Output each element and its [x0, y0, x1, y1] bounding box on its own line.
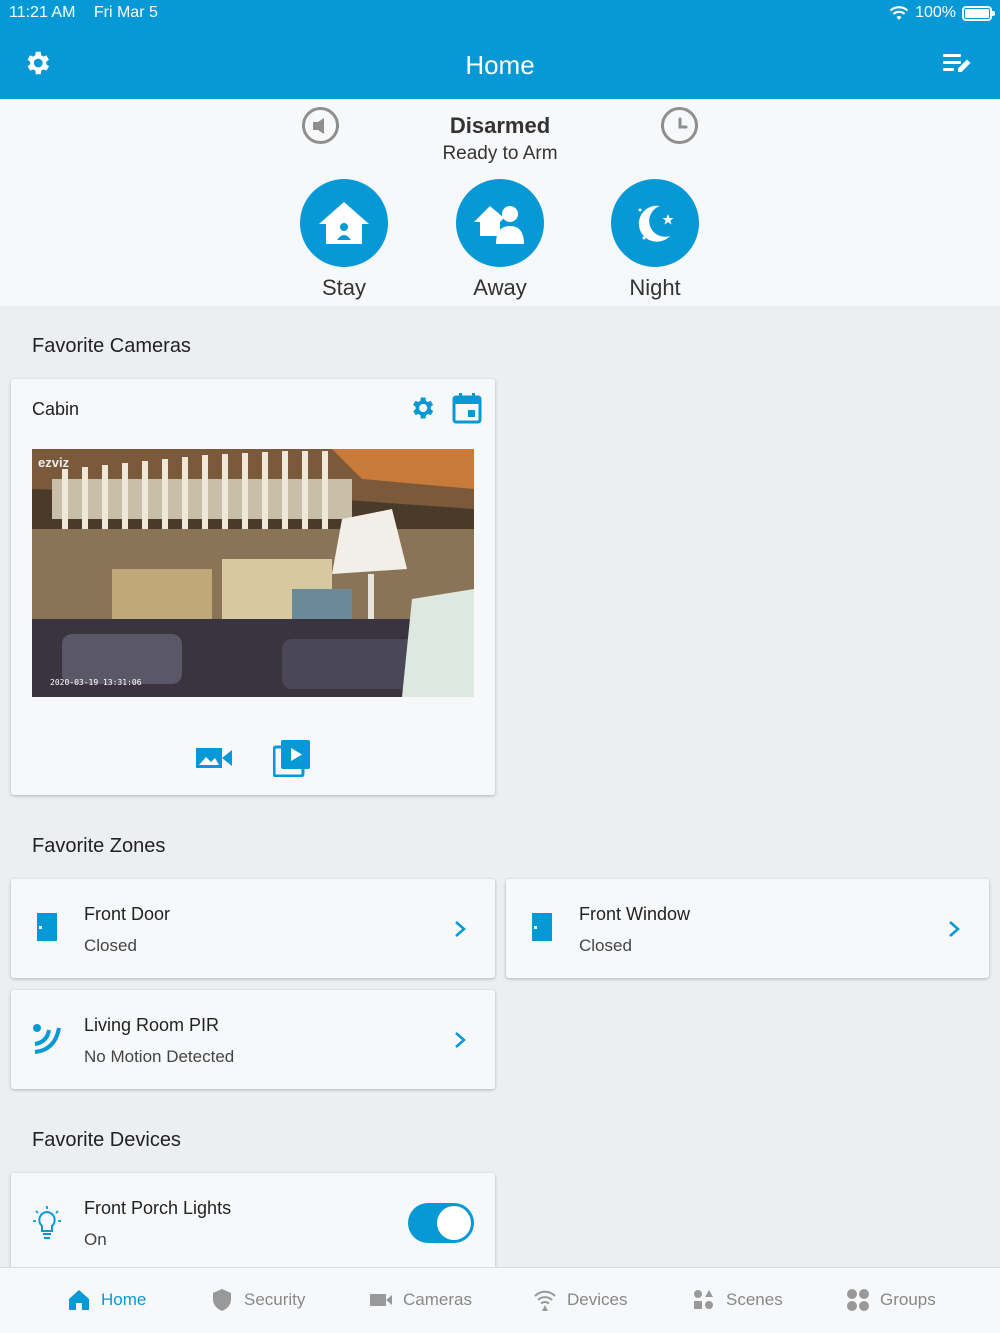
camera-snapshot[interactable]: ezviz 2020-03-19 13:31:06: [32, 449, 474, 697]
tab-scenes-label: Scenes: [726, 1290, 783, 1309]
zone-status: Closed: [579, 936, 632, 955]
camera-icon: [370, 1294, 392, 1306]
device-card-front-porch-lights[interactable]: Front Porch Lights On: [11, 1173, 495, 1272]
battery-percent: 100%: [915, 4, 956, 21]
arm-status-title: Disarmed: [449, 113, 551, 138]
zone-status: No Motion Detected: [84, 1047, 235, 1066]
chevron-right-icon[interactable]: [453, 919, 467, 939]
camera-watermark: ezviz: [38, 455, 70, 470]
house-icon: [319, 202, 369, 244]
section-title-cameras: Favorite Cameras: [32, 335, 191, 357]
section-title-zones: Favorite Zones: [32, 835, 166, 857]
camera-snapshot-image: [32, 449, 474, 697]
lightbulb-icon: [33, 1206, 61, 1239]
shield-icon: [213, 1289, 231, 1311]
arm-panel: Disarmed Ready to Arm Stay Away Night: [0, 99, 1000, 306]
clock-icon: [678, 117, 687, 128]
home-icon: [69, 1290, 89, 1310]
status-time: 11:21 AM: [9, 4, 76, 21]
tab-scenes[interactable]: Scenes: [692, 1288, 783, 1312]
zone-card-front-window[interactable]: Front Window Closed: [506, 879, 989, 978]
device-name: Front Porch Lights: [84, 1198, 232, 1218]
zone-card-front-door[interactable]: Front Door Closed: [11, 879, 495, 978]
arm-status-subtitle: Ready to Arm: [442, 143, 558, 164]
tab-security-label: Security: [244, 1290, 306, 1309]
night-circle[interactable]: [611, 179, 699, 267]
bottom-tab-bar: Home Security Cameras Devices Scenes Gro…: [0, 1267, 1000, 1333]
camera-card: Cabin ezviz 2020-03-19 13:31:06: [11, 379, 495, 795]
edit-list-icon[interactable]: [942, 50, 972, 76]
tab-security[interactable]: Security: [210, 1288, 305, 1312]
zone-name: Living Room PIR: [84, 1015, 220, 1035]
status-bar-right: 100%: [889, 4, 995, 22]
arm-stay-button[interactable]: Stay: [289, 179, 399, 301]
calendar-icon[interactable]: [452, 392, 482, 424]
wifi-status-icon: [889, 6, 909, 20]
live-video-icon[interactable]: [195, 743, 233, 773]
playback-icon[interactable]: [273, 739, 311, 777]
tab-home[interactable]: Home: [67, 1288, 146, 1312]
tab-cameras-label: Cameras: [403, 1290, 472, 1309]
motion-sensor-icon: [33, 1024, 61, 1054]
toggle-knob: [437, 1206, 471, 1240]
status-date: Fri Mar 5: [93, 4, 158, 21]
arm-away-button[interactable]: Away: [445, 179, 555, 301]
device-status: On: [84, 1230, 107, 1249]
schedule-button[interactable]: [661, 107, 698, 144]
chevron-right-icon[interactable]: [453, 1030, 467, 1050]
wifi-icon: [534, 1290, 556, 1311]
person-away-icon: [474, 206, 524, 244]
stay-circle[interactable]: [300, 179, 388, 267]
page-title: Home: [465, 50, 535, 80]
status-bar-left: 11:21 AM Fri Mar 5: [9, 4, 172, 22]
tab-devices-label: Devices: [567, 1290, 628, 1309]
door-icon: [37, 913, 57, 941]
zone-status: Closed: [84, 936, 137, 955]
section-title-devices: Favorite Devices: [32, 1129, 181, 1151]
tab-devices[interactable]: Devices: [533, 1288, 627, 1312]
moon-stars-icon: [638, 205, 674, 242]
camera-name: Cabin: [32, 399, 80, 419]
groups-icon: [847, 1289, 869, 1311]
zone-name: Front Door: [84, 904, 171, 924]
device-power-toggle[interactable]: [408, 1203, 474, 1243]
away-circle[interactable]: [456, 179, 544, 267]
tab-groups[interactable]: Groups: [846, 1288, 936, 1312]
top-header: 11:21 AM Fri Mar 5 100% Home: [0, 0, 1000, 99]
camera-settings-gear-icon[interactable]: [408, 394, 436, 422]
door-icon: [532, 913, 552, 941]
chevron-right-icon[interactable]: [947, 919, 961, 939]
arm-away-label: Away: [473, 275, 527, 300]
zone-name: Front Window: [579, 904, 691, 924]
arm-night-button[interactable]: Night: [600, 179, 710, 301]
camera-timestamp: 2020-03-19 13:31:06: [50, 678, 142, 687]
tab-cameras[interactable]: Cameras: [369, 1288, 472, 1312]
tab-groups-label: Groups: [880, 1290, 936, 1309]
scenes-icon: [694, 1290, 713, 1309]
battery-icon: [962, 5, 995, 21]
arm-status: Disarmed Ready to Arm: [0, 113, 1000, 165]
arm-night-label: Night: [629, 275, 681, 300]
zone-card-living-room-pir[interactable]: Living Room PIR No Motion Detected: [11, 990, 495, 1089]
tab-home-label: Home: [101, 1290, 147, 1309]
arm-stay-label: Stay: [321, 275, 367, 300]
